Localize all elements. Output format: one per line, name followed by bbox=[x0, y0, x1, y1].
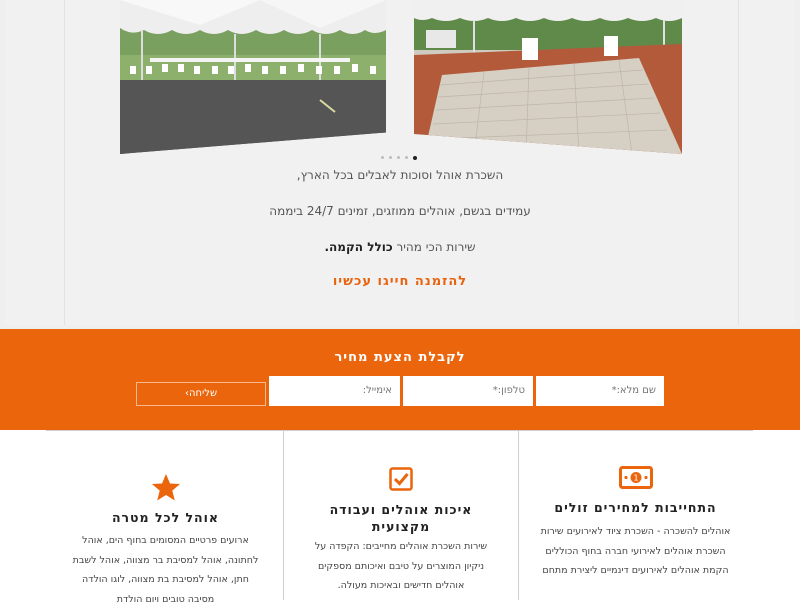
quote-form-title: לקבלת הצעת מחיר bbox=[334, 350, 466, 365]
tent-photo-right[interactable] bbox=[414, 0, 682, 154]
feature-text: אוהלים להשכרה - השכרת ציוד לאירועים שירו… bbox=[540, 526, 731, 576]
feature-text: ארועים פרטיים המסומים בחוף הים, אוהל לחת… bbox=[72, 535, 259, 605]
send-button-label: שליחה bbox=[188, 388, 218, 399]
money-icon: 1 bbox=[618, 466, 653, 494]
email-input[interactable] bbox=[269, 376, 400, 406]
tent-photo-left[interactable] bbox=[120, 0, 386, 154]
quote-form-band bbox=[0, 329, 800, 430]
hero-line-3-bold: כולל הקמה. bbox=[324, 240, 393, 254]
full-name-input[interactable] bbox=[536, 376, 664, 406]
send-button[interactable]: ‹שליחה bbox=[136, 382, 266, 406]
call-now-link[interactable]: להזמנה חייגו עכשיו bbox=[0, 274, 800, 289]
slider-dot[interactable] bbox=[381, 156, 384, 159]
feature-text: שירות השכרת אוהלים מחייבים: הקפדה על ניק… bbox=[314, 541, 488, 591]
feature-quality: איכות אוהלים ועבודה מקצועית שירות השכרת … bbox=[284, 430, 518, 600]
feature-any-purpose: אוהל לכל מטרה ארועים פרטיים המסומים בחוף… bbox=[48, 430, 283, 605]
feature-cheap-prices: 1 התחייבות למחירים זולים אוהלים להשכרה -… bbox=[519, 430, 752, 600]
feature-title: אוהל לכל מטרה bbox=[111, 510, 220, 525]
slider-dot[interactable] bbox=[397, 156, 400, 159]
feature-title: התחייבות למחירים זולים bbox=[554, 500, 717, 515]
hero-line-3-prefix: שירות הכי מהיר bbox=[392, 240, 476, 254]
feature-title: איכות אוהלים ועבודה מקצועית bbox=[329, 502, 473, 534]
hero-line-3: שירות הכי מהיר כולל הקמה. bbox=[0, 240, 800, 254]
slider-dot[interactable] bbox=[405, 156, 408, 159]
svg-text:1: 1 bbox=[633, 474, 638, 483]
phone-input[interactable] bbox=[403, 376, 533, 406]
checkbox-icon bbox=[389, 467, 413, 495]
star-icon bbox=[151, 473, 181, 506]
hero-section: השכרת אוהל וסוכות לאבלים בכל הארץ, עמידי… bbox=[0, 0, 800, 329]
hero-line-1: השכרת אוהל וסוכות לאבלים בכל הארץ, bbox=[296, 168, 504, 182]
slider-dot-active[interactable] bbox=[413, 155, 417, 160]
slider-dots bbox=[381, 155, 417, 160]
hero-line-2: עמידים בגשם, אוהלים ממוזגים, זמינים 24/7… bbox=[269, 204, 531, 218]
slider-dot[interactable] bbox=[389, 156, 392, 159]
